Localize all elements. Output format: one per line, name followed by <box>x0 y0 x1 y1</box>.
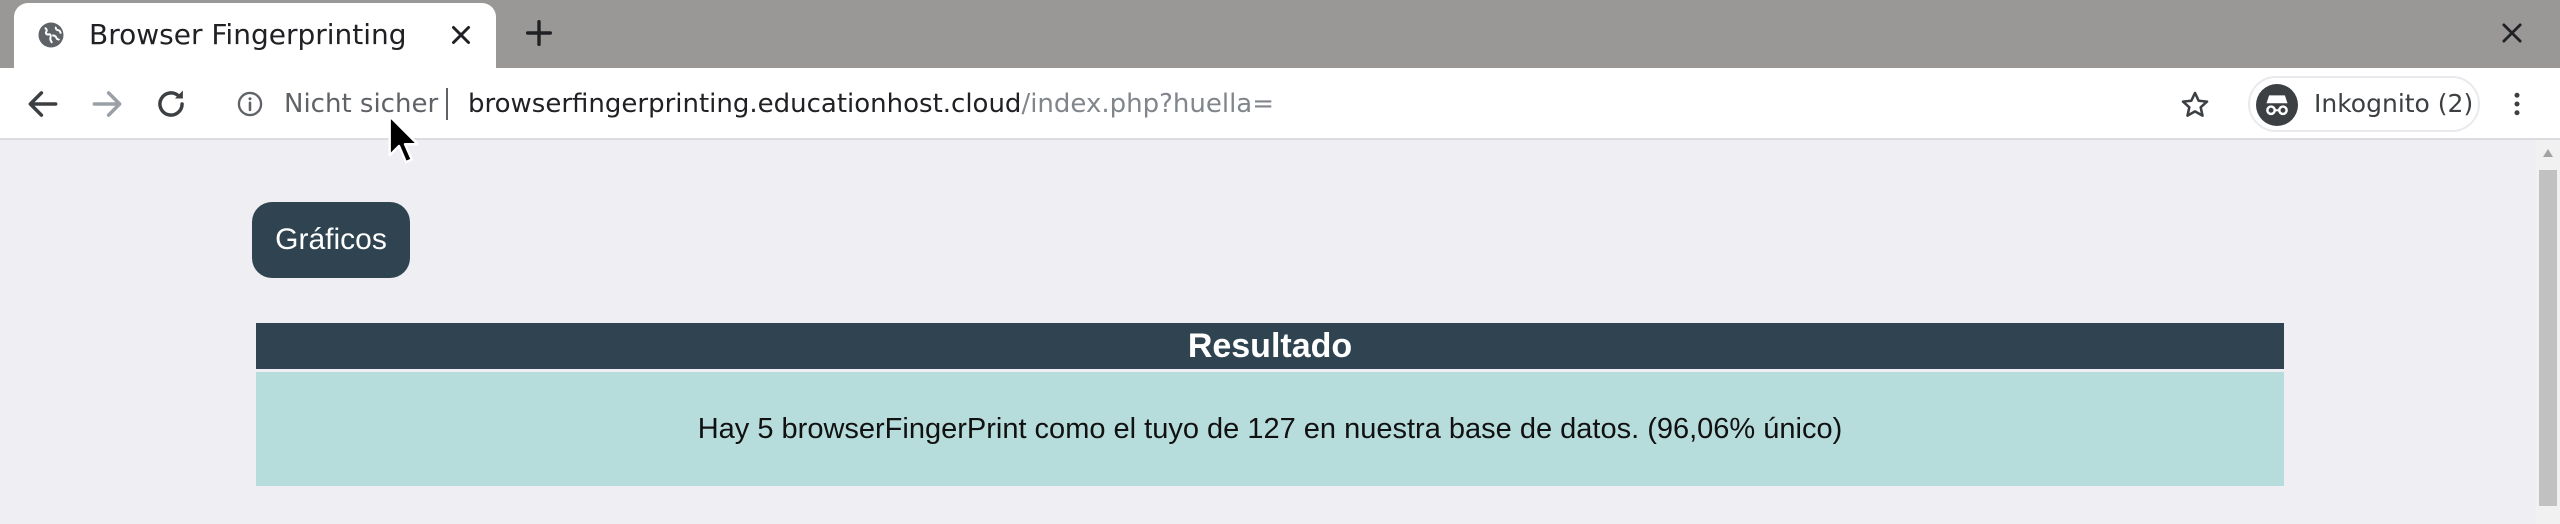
info-icon[interactable] <box>236 90 264 118</box>
profile-label: Inkognito (2) <box>2314 89 2474 118</box>
url-path: /index.php?huella= <box>1021 89 1275 119</box>
scroll-up-arrow-icon[interactable] <box>2542 148 2554 158</box>
back-arrow-icon[interactable] <box>24 85 62 123</box>
window-close-icon[interactable] <box>2498 19 2526 47</box>
tab-strip: Browser Fingerprinting <box>0 0 2560 68</box>
graficos-button[interactable]: Gráficos <box>252 202 410 278</box>
address-divider <box>446 88 448 120</box>
browser-toolbar: Nicht sicher browserfingerprinting.educa… <box>0 68 2560 140</box>
page-scrollbar[interactable] <box>2536 140 2560 524</box>
page-content: Gráficos Resultado Hay 5 browserFingerPr… <box>0 140 2536 524</box>
result-title: Resultado <box>256 323 2284 369</box>
address-bar[interactable]: Nicht sicher browserfingerprinting.educa… <box>218 76 2218 132</box>
new-tab-icon[interactable] <box>522 16 556 50</box>
incognito-icon <box>2256 84 2298 126</box>
result-text: Hay 5 browserFingerPrint como el tuyo de… <box>256 372 2284 486</box>
tab-close-icon[interactable] <box>446 20 476 50</box>
reload-icon[interactable] <box>152 85 190 123</box>
url-text[interactable]: browserfingerprinting.educationhost.clou… <box>468 86 1274 122</box>
kebab-menu-icon[interactable] <box>2502 86 2532 122</box>
forward-arrow-icon[interactable] <box>88 85 126 123</box>
globe-icon <box>38 22 64 48</box>
url-host: browserfingerprinting.educationhost.clou… <box>468 89 1022 119</box>
bookmark-star-icon[interactable] <box>2178 88 2212 122</box>
scrollbar-thumb[interactable] <box>2539 170 2557 506</box>
incognito-profile-button[interactable]: Inkognito (2) <box>2248 76 2480 132</box>
tab-browser-fingerprinting[interactable]: Browser Fingerprinting <box>14 3 496 68</box>
tab-title: Browser Fingerprinting <box>89 18 407 51</box>
mouse-cursor-icon <box>388 115 419 164</box>
